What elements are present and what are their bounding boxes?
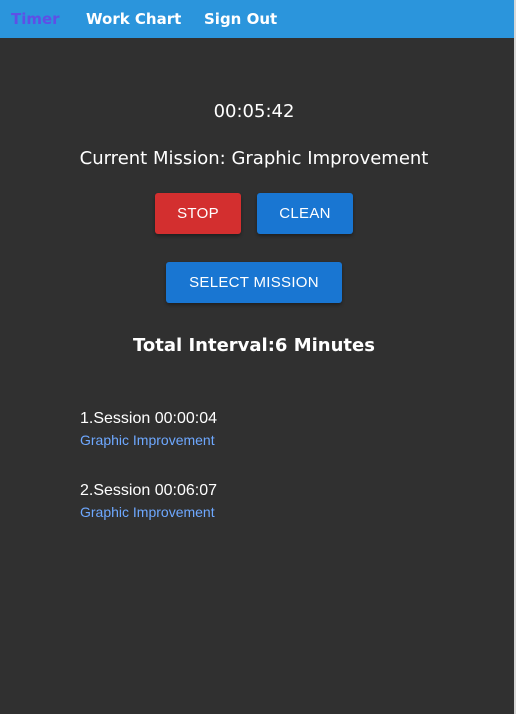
nav-sign-out[interactable]: Sign Out	[204, 10, 277, 28]
total-interval: Total Interval:6 Minutes	[133, 335, 375, 356]
session-mission-link[interactable]: Graphic Improvement	[80, 432, 215, 448]
nav-timer[interactable]: Timer	[11, 10, 60, 28]
session-title: 1.Session 00:00:04	[80, 410, 217, 427]
top-navbar: Timer Work Chart Sign Out	[0, 0, 514, 38]
list-item: 1.Session 00:00:04 Graphic Improvement	[80, 410, 480, 482]
current-mission: Current Mission: Graphic Improvement	[79, 148, 429, 169]
select-mission-button[interactable]: SELECT MISSION	[166, 262, 342, 303]
clean-button[interactable]: CLEAN	[257, 193, 353, 234]
list-item: 2.Session 00:06:07 Graphic Improvement	[80, 482, 480, 554]
nav-work-chart[interactable]: Work Chart	[86, 10, 181, 28]
stop-button[interactable]: STOP	[155, 193, 241, 234]
session-title: 2.Session 00:06:07	[80, 482, 217, 499]
session-list: 1.Session 00:00:04 Graphic Improvement 2…	[80, 410, 480, 554]
timer-display: 00:05:42	[213, 101, 295, 122]
session-mission-link[interactable]: Graphic Improvement	[80, 504, 215, 520]
